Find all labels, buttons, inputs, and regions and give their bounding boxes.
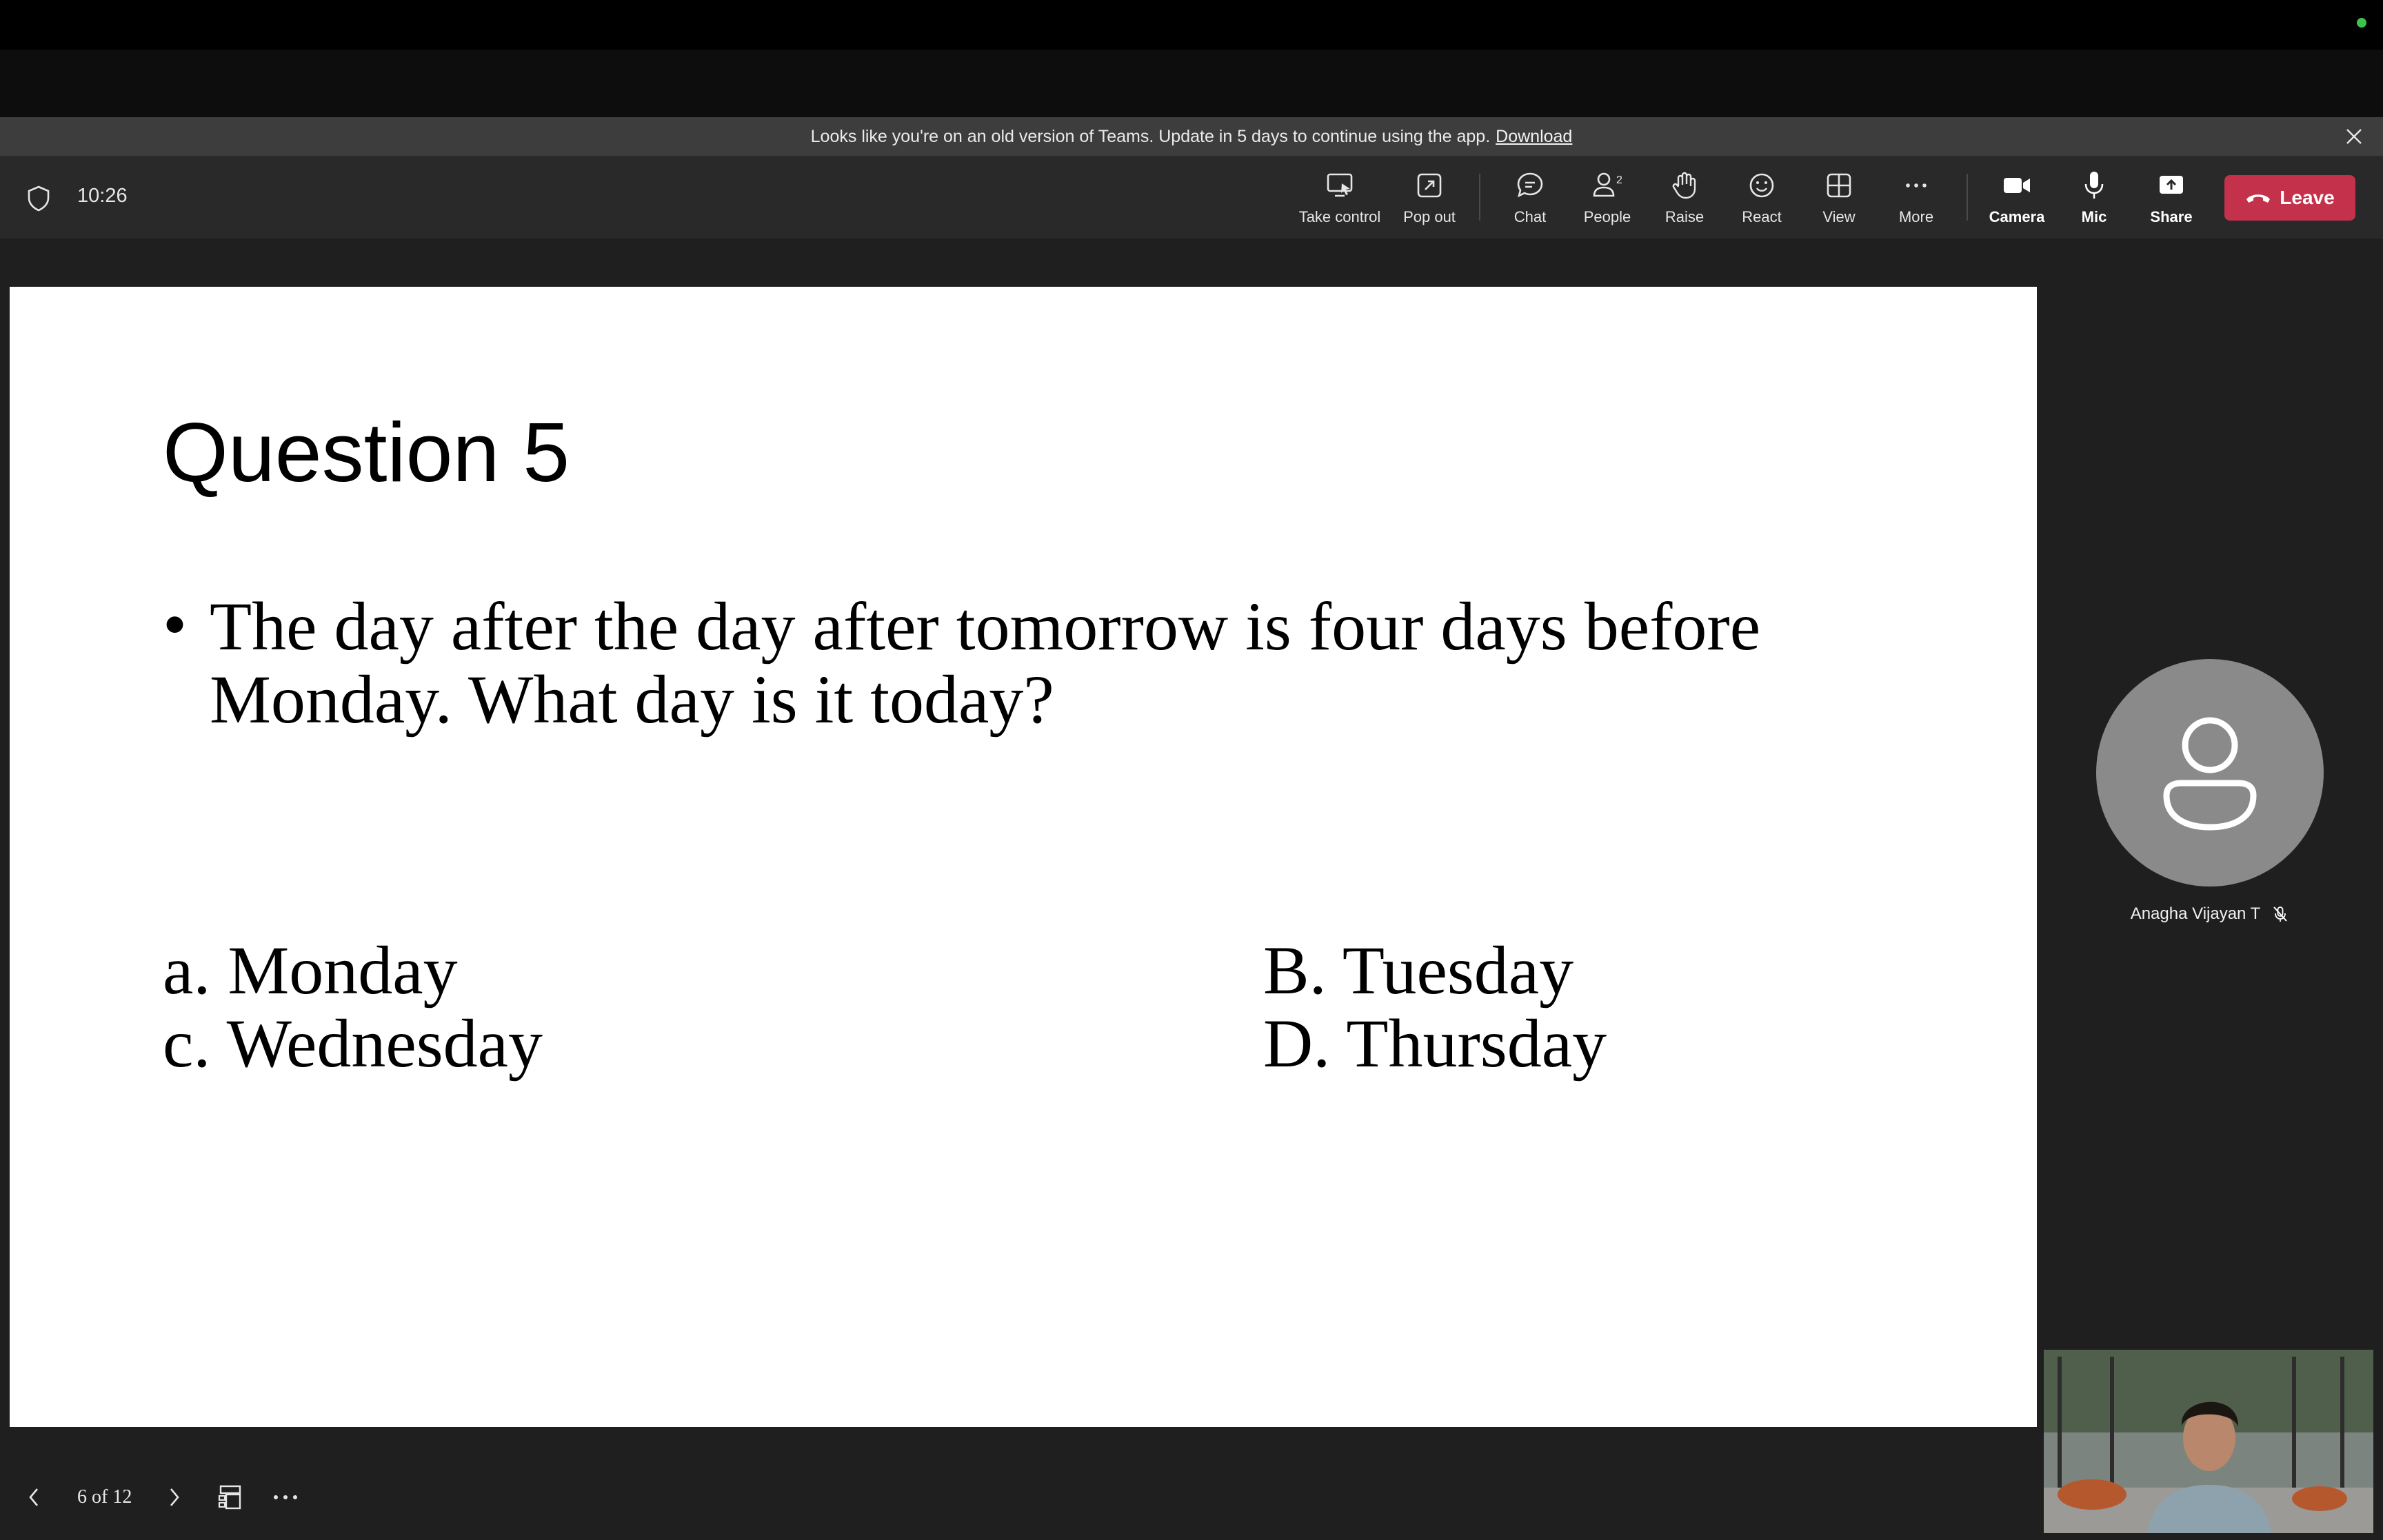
meeting-toolbar: 10:26 Take control Pop out Chat 2 People: [0, 156, 2383, 239]
take-control-label: Take control: [1298, 208, 1381, 225]
chat-icon: [1517, 172, 1543, 198]
status-dot: [2357, 18, 2366, 28]
take-control-icon: [1327, 173, 1353, 197]
share-button[interactable]: Share: [2126, 168, 2216, 232]
question-text: The day after the day after tomorrow is …: [210, 588, 1761, 738]
slide-counter: 6 of 12: [77, 1486, 132, 1508]
mic-label: Mic: [2081, 208, 2107, 225]
more-icon: [1906, 183, 1927, 188]
chevron-left-icon[interactable]: [25, 1483, 43, 1511]
toolbar-divider: [1967, 174, 1968, 221]
participant-name: Anagha Vijayan T: [2130, 904, 2261, 923]
pop-out-label: Pop out: [1403, 208, 1456, 225]
option-c: c. Wednesday: [163, 1005, 543, 1082]
chevron-right-icon[interactable]: [165, 1483, 183, 1511]
mic-icon: [2084, 172, 2104, 199]
update-banner: Looks like you're on an old version of T…: [0, 117, 2383, 156]
option-d: D. Thursday: [1263, 1005, 1607, 1082]
slide-pager: 6 of 12: [0, 1461, 414, 1537]
camera-label: Camera: [1989, 208, 2045, 225]
meeting-timer: 10:26: [77, 185, 128, 207]
chat-label: Chat: [1514, 208, 1547, 225]
share-label: Share: [2150, 208, 2193, 225]
smile-icon: [1749, 173, 1774, 198]
video-frame: [2044, 1350, 2373, 1533]
leave-label: Leave: [2280, 187, 2335, 208]
raise-button[interactable]: Raise: [1640, 168, 1729, 232]
share-icon: [2160, 176, 2183, 194]
grid-icon: [1827, 173, 1851, 198]
participant-avatar[interactable]: [2096, 659, 2324, 886]
more-options-icon[interactable]: [270, 1483, 301, 1511]
slide-title: Question 5: [163, 405, 570, 499]
title-band: [0, 50, 2383, 117]
react-button[interactable]: React: [1717, 168, 1807, 232]
people-count: 2: [1616, 174, 1622, 186]
view-label: View: [1822, 208, 1856, 225]
pop-out-button[interactable]: Pop out: [1385, 168, 1474, 232]
hand-icon: [1672, 172, 1696, 199]
react-label: React: [1742, 208, 1782, 225]
slide-grid-icon[interactable]: [217, 1483, 244, 1511]
more-label: More: [1898, 208, 1934, 225]
view-button[interactable]: View: [1794, 168, 1884, 232]
mic-button[interactable]: Mic: [2049, 168, 2139, 232]
option-a: a. Monday: [163, 932, 458, 1009]
download-link[interactable]: Download: [1496, 127, 1572, 147]
camera-icon: [2004, 178, 2030, 193]
window-top-bar: [0, 0, 2383, 50]
shared-slide: Question 5 • The day after the day after…: [10, 287, 2037, 1427]
take-control-button[interactable]: Take control: [1295, 168, 1385, 232]
people-label: People: [1583, 208, 1631, 225]
person-icon: [2163, 717, 2257, 831]
banner-message: Looks like you're on an old version of T…: [810, 126, 1491, 146]
people-icon: 2: [1593, 172, 1622, 197]
hang-up-icon: [2246, 194, 2271, 203]
camera-button[interactable]: Camera: [1972, 168, 2062, 232]
leave-button[interactable]: Leave: [2224, 175, 2355, 221]
people-button[interactable]: 2 People: [1562, 168, 1652, 232]
close-icon[interactable]: [2344, 127, 2364, 146]
self-video-preview[interactable]: [2044, 1350, 2373, 1533]
pop-out-icon: [1417, 173, 1442, 198]
shield-icon[interactable]: [26, 185, 51, 212]
toolbar-divider: [1479, 174, 1480, 221]
participant-name-tag: Anagha Vijayan T: [2069, 903, 2351, 925]
bullet-point: •: [163, 586, 188, 662]
mic-off-icon: [2273, 906, 2288, 922]
raise-label: Raise: [1665, 208, 1705, 225]
more-button[interactable]: More: [1871, 168, 1961, 232]
chat-button[interactable]: Chat: [1485, 168, 1575, 232]
option-b: B. Tuesday: [1263, 932, 1574, 1009]
